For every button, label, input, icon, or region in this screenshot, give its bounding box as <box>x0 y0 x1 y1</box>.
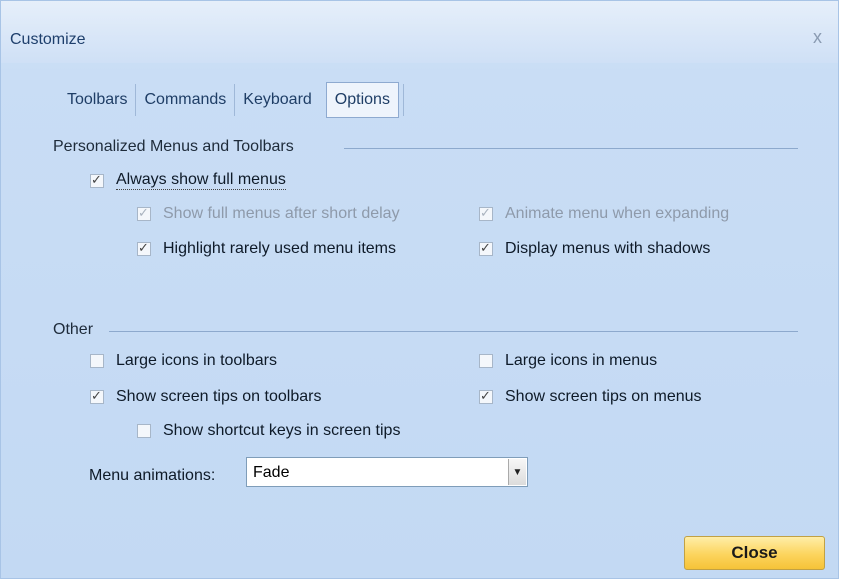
display-shadows-option[interactable]: Display menus with shadows <box>479 240 710 258</box>
tab-commands[interactable]: Commands <box>136 84 236 116</box>
large-icons-menus-checkbox[interactable] <box>479 354 493 368</box>
tab-options[interactable]: Options <box>325 82 399 118</box>
tab-keyboard[interactable]: Keyboard <box>235 84 320 116</box>
screen-tips-menus-label: Show screen tips on menus <box>505 388 702 405</box>
section-heading-personalized: Personalized Menus and Toolbars <box>53 138 294 155</box>
menu-animations-value: Fade <box>253 464 290 481</box>
close-button[interactable]: Close <box>684 536 825 570</box>
screen-tips-menus-option[interactable]: Show screen tips on menus <box>479 388 702 406</box>
large-icons-toolbars-option[interactable]: Large icons in toolbars <box>90 352 277 370</box>
highlight-rarely-used-option[interactable]: Highlight rarely used menu items <box>137 240 396 258</box>
section-heading-other: Other <box>53 321 94 338</box>
customize-dialog: Customize x Toolbars Commands Keyboard O… <box>0 0 839 579</box>
screen-tips-toolbars-label: Show screen tips on toolbars <box>116 388 322 405</box>
chevron-down-icon[interactable]: ▼ <box>508 459 526 485</box>
screen-tips-menus-checkbox[interactable] <box>479 388 493 404</box>
shortcut-keys-tips-checkbox[interactable] <box>137 424 151 438</box>
large-icons-menus-option[interactable]: Large icons in menus <box>479 352 657 370</box>
large-icons-menus-label: Large icons in menus <box>505 352 658 369</box>
window-title: Customize <box>10 31 86 48</box>
animate-menu-label: Animate menu when expanding <box>505 205 730 222</box>
animate-menu-option[interactable]: Animate menu when expanding <box>479 205 729 223</box>
show-full-after-delay-option[interactable]: Show full menus after short delay <box>137 205 400 223</box>
title-bar: Customize x <box>1 1 838 63</box>
section-divider <box>344 148 798 149</box>
shortcut-keys-tips-option[interactable]: Show shortcut keys in screen tips <box>137 422 400 440</box>
shortcut-keys-tips-label: Show shortcut keys in screen tips <box>163 422 401 439</box>
menu-animations-select[interactable]: Fade ▼ <box>246 457 528 487</box>
animate-menu-checkbox[interactable] <box>479 205 493 221</box>
show-full-after-delay-label: Show full menus after short delay <box>163 205 400 222</box>
highlight-rarely-used-label: Highlight rarely used menu items <box>163 240 396 257</box>
tab-toolbars[interactable]: Toolbars <box>61 84 137 116</box>
show-full-after-delay-checkbox[interactable] <box>137 205 151 221</box>
always-show-full-menus-checkbox[interactable] <box>90 172 104 188</box>
close-icon[interactable]: x <box>813 27 822 48</box>
always-show-full-menus-label: Always show full menus <box>116 171 286 190</box>
highlight-rarely-used-checkbox[interactable] <box>137 240 151 256</box>
section-divider <box>109 331 798 332</box>
large-icons-toolbars-label: Large icons in toolbars <box>116 352 277 369</box>
screen-tips-toolbars-checkbox[interactable] <box>90 388 104 404</box>
display-shadows-label: Display menus with shadows <box>505 240 711 257</box>
menu-animations-label: Menu animations: <box>89 467 216 484</box>
always-show-full-menus-option[interactable]: Always show full menus <box>90 171 286 190</box>
tab-strip: Toolbars Commands Keyboard Options <box>61 82 404 118</box>
screen-tips-toolbars-option[interactable]: Show screen tips on toolbars <box>90 388 321 406</box>
display-shadows-checkbox[interactable] <box>479 240 493 256</box>
tab-separator <box>402 84 404 116</box>
large-icons-toolbars-checkbox[interactable] <box>90 354 104 368</box>
